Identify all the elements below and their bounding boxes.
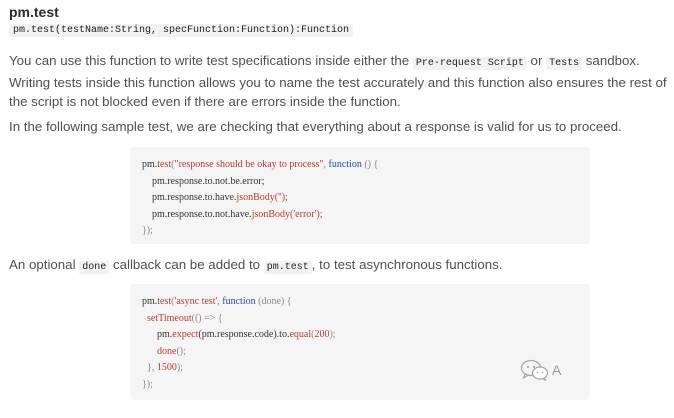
code-line: done(); — [157, 345, 186, 357]
inline-code-tests: Tests — [546, 57, 583, 70]
code-line: pm.response.to.not.have.jsonBody('error'… — [142, 208, 323, 220]
function-signature: pm.test(testName:String, specFunction:Fu… — [9, 24, 354, 37]
code-line: pm.expect(pm.response.code).to.equal(200… — [142, 329, 336, 340]
doc-page: pm.test pm.test(testName:String, specFun… — [0, 0, 674, 418]
sample-intro-paragraph: In the following sample test, we are che… — [9, 119, 622, 134]
section-title: pm.test — [9, 4, 59, 20]
wechat-icon — [520, 359, 550, 381]
code-line: }); — [142, 225, 153, 236]
inline-code-pre-request-script: Pre-request Script — [412, 57, 527, 70]
code-line: }); — [142, 378, 153, 390]
code-line: pm.test("response should be okay to proc… — [142, 159, 379, 170]
code-line: pm.response.to.not.be.error; — [142, 175, 265, 187]
watermark-text: A — [552, 362, 562, 378]
text-fragment: callback can be added to — [109, 257, 264, 272]
inline-code-pm-test: pm.test — [263, 261, 312, 274]
code-line: }, 1500); — [142, 362, 183, 373]
text-fragment: or — [526, 53, 547, 68]
watermark: A — [520, 359, 561, 381]
code-line: setTimeout(() => { — [147, 312, 223, 324]
code-block-sample-test: pm.test("response should be okay to proc… — [130, 147, 590, 244]
text-fragment: An optional — [9, 257, 80, 272]
text-fragment: You can use this function to write test … — [9, 53, 413, 68]
text-fragment: , to test asynchronous functions. — [311, 257, 503, 272]
description-paragraph: You can use this function to write test … — [9, 51, 667, 111]
done-callback-paragraph: An optional done callback can be added t… — [9, 255, 667, 277]
code-line: pm.response.to.have.jsonBody(''); — [142, 192, 288, 203]
code-block-async-test: pm.test('async test', function (done) { … — [130, 284, 590, 400]
inline-code-done: done — [79, 261, 110, 274]
code-line: pm.test('async test', function (done) { — [142, 296, 292, 307]
